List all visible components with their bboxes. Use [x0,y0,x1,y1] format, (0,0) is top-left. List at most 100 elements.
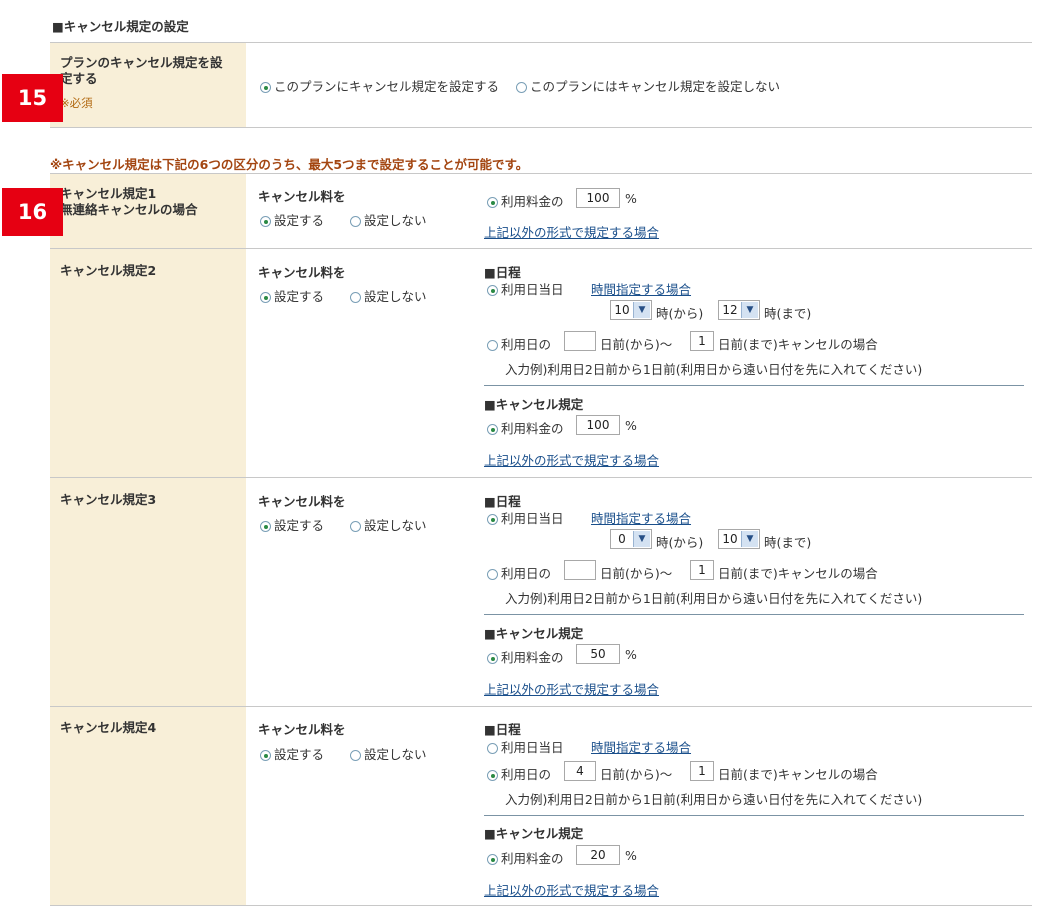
fee-percent-input[interactable] [576,188,620,208]
radio-label: 設定しない [364,518,427,533]
radio-selected-icon[interactable] [487,854,498,865]
radio-selected-icon[interactable] [260,216,271,227]
radio-selected-icon[interactable] [487,285,498,296]
input-example: 入力例)利用日2日前から1日前(利用日から遠い日付を先に入れてください) [505,792,923,807]
other-format-link[interactable]: 上記以外の形式で規定する場合 [484,222,659,241]
radio-label: 利用日当日 [501,511,564,526]
days-to-input[interactable] [690,560,714,580]
radio-label: 利用料金の [501,650,564,665]
radio-label: 利用日当日 [501,740,564,755]
radio-selected-icon[interactable] [487,653,498,664]
radio-unselected-icon[interactable] [516,82,527,93]
days-from-input[interactable] [564,331,596,351]
rule-title: キャンセル規定2 [60,263,157,278]
radio-same-day[interactable]: 利用日当日 [487,737,564,756]
hour-from-select[interactable]: 0 ▼ [610,529,652,549]
percent-sign: % [625,848,637,863]
radio-unselected-icon[interactable] [350,216,361,227]
days-to-input[interactable] [690,761,714,781]
radio-same-day[interactable]: 利用日当日 [487,508,564,527]
radio-unset-policy-label: このプランにはキャンセル規定を設定しない [530,79,781,94]
radio-unselected-icon[interactable] [487,743,498,754]
chevron-down-icon[interactable]: ▼ [741,531,758,547]
hour-from-value: 10 [614,303,630,317]
chevron-down-icon[interactable]: ▼ [633,531,650,547]
hour-from-label: 時(から) [656,535,704,550]
time-specify-link[interactable]: 時間指定する場合 [591,737,691,756]
radio-fee-unset[interactable]: 設定しない [350,286,427,305]
inner-divider [484,614,1024,615]
radio-label: 設定する [274,518,325,533]
rule-title: キャンセル規定1 [60,186,157,201]
radio-unselected-icon[interactable] [350,521,361,532]
radio-selected-icon[interactable] [487,770,498,781]
fee-percent-input[interactable] [576,845,620,865]
radio-selected-icon[interactable] [260,521,271,532]
other-format-link[interactable]: 上記以外の形式で規定する場合 [484,450,659,469]
hour-to-value: 10 [722,532,738,546]
radio-unselected-icon[interactable] [350,292,361,303]
radio-label: 利用日の [501,337,552,352]
other-format-link[interactable]: 上記以外の形式で規定する場合 [484,679,659,698]
days-to-label: 日前(まで)キャンセルの場合 [718,566,878,581]
rule-heading: ■キャンセル規定 [484,626,584,641]
chevron-down-icon[interactable]: ▼ [741,302,758,318]
radio-unselected-icon[interactable] [350,750,361,761]
radio-days-before[interactable]: 利用日の [487,764,551,783]
days-to-input[interactable] [690,331,714,351]
radio-label: 利用料金の [501,851,564,866]
radio-set-policy[interactable]: このプランにキャンセル規定を設定する [260,76,499,95]
radio-days-before[interactable]: 利用日の [487,334,551,353]
radio-fee-unset[interactable]: 設定しない [350,210,427,229]
radio-label: 設定する [274,213,325,228]
chevron-down-icon[interactable]: ▼ [633,302,650,318]
fee-percent-input[interactable] [576,415,620,435]
hour-to-label: 時(まで) [764,306,812,321]
row-label-cell: キャンセル規定2 [50,249,246,477]
radio-selected-icon[interactable] [260,750,271,761]
hour-to-label: 時(まで) [764,535,812,550]
hour-to-select[interactable]: 10 ▼ [718,529,760,549]
annotation-badge: 15 [2,74,63,122]
radio-label: 設定する [274,747,325,762]
radio-fee-percent[interactable]: 利用料金の [487,647,564,666]
schedule-heading: ■日程 [484,722,521,737]
plan-row-label-line1: プランのキャンセル規定を設 [60,55,223,70]
radio-fee-unset[interactable]: 設定しない [350,515,427,534]
fee-percent-input[interactable] [576,644,620,664]
radio-days-before[interactable]: 利用日の [487,563,551,582]
hour-to-select[interactable]: 12 ▼ [718,300,760,320]
row-label-cell: プランのキャンセル規定を設 定する ※必須 [50,43,246,127]
time-specify-link[interactable]: 時間指定する場合 [591,279,691,298]
radio-fee-percent[interactable]: 利用料金の [487,418,564,437]
radio-fee-set[interactable]: 設定する [260,210,324,229]
radio-selected-icon[interactable] [487,197,498,208]
radio-fee-unset[interactable]: 設定しない [350,744,427,763]
hour-from-select[interactable]: 10 ▼ [610,300,652,320]
radio-selected-icon[interactable] [260,292,271,303]
radio-fee-set[interactable]: 設定する [260,744,324,763]
cancel-rule-2-row: キャンセル規定2 キャンセル料を 設定する 設定しない ■日程 利用日当日 時間… [50,249,1032,477]
time-specify-link[interactable]: 時間指定する場合 [591,508,691,527]
radio-fee-percent[interactable]: 利用料金の [487,848,564,867]
divider [50,905,1032,906]
radio-fee-set[interactable]: 設定する [260,286,324,305]
inner-divider [484,815,1024,816]
radio-selected-icon[interactable] [487,514,498,525]
radio-fee-percent[interactable]: 利用料金の [487,191,564,210]
radio-unset-policy[interactable]: このプランにはキャンセル規定を設定しない [516,76,780,95]
radio-label: 利用日当日 [501,282,564,297]
days-from-input[interactable] [564,761,596,781]
radio-fee-set[interactable]: 設定する [260,515,324,534]
fee-heading: キャンセル料を [258,265,346,280]
radio-selected-icon[interactable] [487,424,498,435]
radio-unselected-icon[interactable] [487,569,498,580]
radio-same-day[interactable]: 利用日当日 [487,279,564,298]
radio-label: 利用日の [501,566,552,581]
days-from-input[interactable] [564,560,596,580]
radio-unselected-icon[interactable] [487,340,498,351]
other-format-link[interactable]: 上記以外の形式で規定する場合 [484,880,659,899]
radio-selected-icon[interactable] [260,82,271,93]
days-from-label: 日前(から)～ [600,337,673,352]
rule-heading: ■キャンセル規定 [484,826,584,841]
